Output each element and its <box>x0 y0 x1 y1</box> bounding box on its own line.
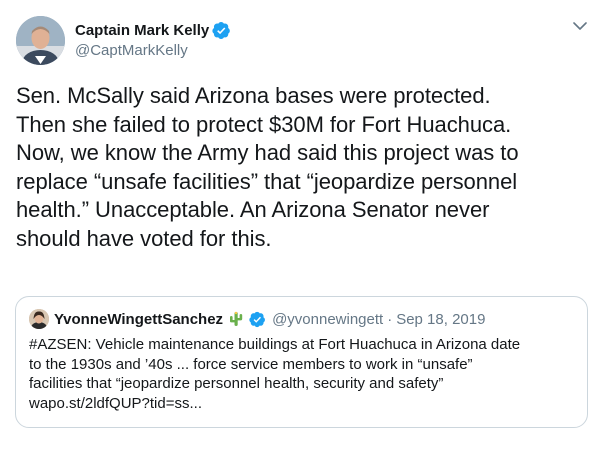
tweet-header: Captain Mark Kelly @CaptMarkKelly <box>16 14 590 66</box>
verified-badge-icon <box>249 311 266 328</box>
quoted-tweet-header: YvonneWingettSanchez @yvonnewingett · Se… <box>29 309 576 329</box>
quoted-tweet-text: #AZSEN: Vehicle maintenance buildings at… <box>29 336 521 412</box>
tweet-card[interactable]: Captain Mark Kelly @CaptMarkKelly Sen. M… <box>0 0 606 449</box>
quoted-author-avatar[interactable] <box>29 309 49 329</box>
cactus-emoji-icon <box>227 310 245 328</box>
quoted-tweet-date[interactable]: Sep 18, 2019 <box>396 311 485 328</box>
verified-badge-icon <box>212 21 231 40</box>
quoted-author-handle[interactable]: @yvonnewingett <box>272 311 383 328</box>
author-names: Captain Mark Kelly @CaptMarkKelly <box>75 21 231 59</box>
quoted-author-display-name[interactable]: YvonneWingettSanchez <box>54 311 223 328</box>
separator-dot: · <box>387 310 393 328</box>
name-row: Captain Mark Kelly <box>75 21 231 40</box>
author-display-name[interactable]: Captain Mark Kelly <box>75 22 209 39</box>
tweet-text: Sen. McSally said Arizona bases were pro… <box>16 83 519 251</box>
author-avatar[interactable] <box>16 15 65 65</box>
chevron-down-icon[interactable] <box>572 18 588 34</box>
author-handle[interactable]: @CaptMarkKelly <box>75 42 231 59</box>
quoted-tweet[interactable]: YvonneWingettSanchez @yvonnewingett · Se… <box>15 296 588 428</box>
